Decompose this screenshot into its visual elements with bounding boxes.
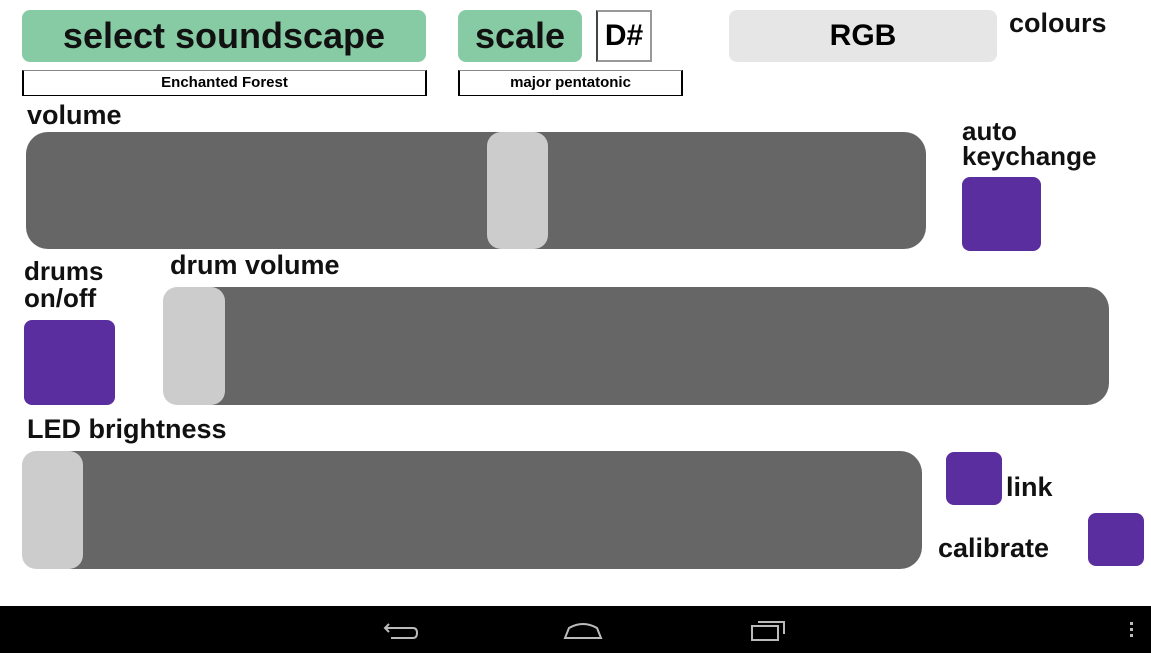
led-brightness-label: LED brightness xyxy=(27,414,227,444)
drums-label-line2: on/off xyxy=(24,283,97,313)
auto-keychange-toggle[interactable] xyxy=(962,177,1041,251)
select-soundscape-label: select soundscape xyxy=(62,15,386,56)
drums-onoff-label: drums on/off xyxy=(24,258,103,312)
drum-volume-slider[interactable] xyxy=(163,287,1109,405)
link-label: link xyxy=(1006,472,1053,502)
menu-icon[interactable] xyxy=(1124,618,1140,642)
led-brightness-slider-thumb[interactable] xyxy=(22,451,83,569)
auto-keychange-label: auto keychange xyxy=(962,118,1097,171)
rgb-button[interactable]: RGB xyxy=(729,10,997,62)
key-value[interactable]: D# xyxy=(596,10,652,62)
navigation-bar xyxy=(0,606,1151,653)
volume-label: volume xyxy=(27,100,122,130)
drums-label-line1: drums xyxy=(24,256,104,286)
drums-toggle[interactable] xyxy=(24,320,115,405)
auto-keychange-label-line2: keychange xyxy=(962,141,1097,171)
led-brightness-slider[interactable] xyxy=(22,451,922,569)
volume-slider-thumb[interactable] xyxy=(487,132,548,249)
rgb-label: RGB xyxy=(829,19,897,52)
back-icon[interactable] xyxy=(381,618,421,642)
soundscape-value: Enchanted Forest xyxy=(22,70,427,96)
drum-volume-slider-thumb[interactable] xyxy=(163,287,225,405)
scale-button[interactable]: scale xyxy=(458,10,582,62)
scale-label: scale xyxy=(474,15,566,56)
calibrate-button[interactable] xyxy=(1088,513,1144,566)
volume-slider[interactable] xyxy=(26,132,926,249)
colours-label: colours xyxy=(1009,8,1107,38)
calibrate-label: calibrate xyxy=(938,533,1050,563)
home-icon[interactable] xyxy=(561,618,605,642)
scale-value: major pentatonic xyxy=(458,70,683,96)
recent-apps-icon[interactable] xyxy=(748,617,788,643)
select-soundscape-button[interactable]: select soundscape xyxy=(22,10,426,62)
drum-volume-label: drum volume xyxy=(170,250,340,280)
link-toggle[interactable] xyxy=(946,452,1002,505)
key-label: D# xyxy=(604,19,644,52)
